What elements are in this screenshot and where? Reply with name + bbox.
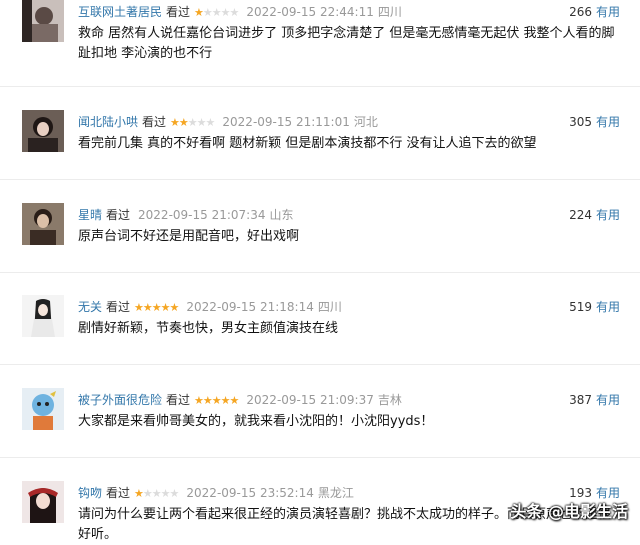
username-link[interactable]: 被子外面很危险 <box>78 393 162 407</box>
star-empty-icon: ★ <box>187 116 198 129</box>
username-link[interactable]: 无关 <box>78 300 102 314</box>
star-filled-icon: ★ <box>134 487 144 500</box>
watched-label: 看过 <box>142 115 167 129</box>
comment-time: 2022-09-15 21:11:01 <box>222 115 350 129</box>
comment-location: 黑龙江 <box>317 486 354 500</box>
star-empty-icon: ★ <box>220 6 231 19</box>
watched-label: 看过 <box>166 393 191 407</box>
star-filled-icon: ★ <box>142 301 153 314</box>
watched-label: 看过 <box>106 486 131 500</box>
useful-votes[interactable]: 519 有用 <box>569 298 620 316</box>
star-filled-icon: ★ <box>202 394 213 407</box>
comment-time: 2022-09-15 21:09:37 <box>246 393 374 407</box>
comment-text: 剧情好新颖，节奏也快，男女主颜值演技在线 <box>78 321 339 336</box>
username-link[interactable]: 星晴 <box>78 208 102 222</box>
avatar[interactable] <box>22 481 64 523</box>
rating-stars: ★★★★★ <box>134 299 180 317</box>
avatar[interactable] <box>22 388 64 430</box>
watched-label: 看过 <box>106 300 131 314</box>
username-link[interactable]: 互联网土著居民 <box>78 5 162 19</box>
vote-count: 305 <box>569 115 592 129</box>
star-filled-icon: ★ <box>229 394 240 407</box>
star-empty-icon: ★ <box>169 487 180 500</box>
star-filled-icon: ★ <box>194 6 204 19</box>
star-filled-icon: ★ <box>220 394 231 407</box>
divider <box>0 364 640 365</box>
useful-button[interactable]: 有用 <box>596 115 620 129</box>
comment-time: 2022-09-15 21:18:14 <box>186 300 314 314</box>
useful-votes[interactable]: 305 有用 <box>569 113 620 131</box>
star-filled-icon: ★ <box>169 301 180 314</box>
useful-votes[interactable]: 387 有用 <box>569 391 620 409</box>
comment-time: 2022-09-15 21:07:34 <box>138 208 266 222</box>
watched-label: 看过 <box>106 208 131 222</box>
star-filled-icon: ★ <box>170 116 180 129</box>
comment-text: 大家都是来看帅哥美女的，就我来看小沈阳的！小沈阳yyds！ <box>78 414 434 429</box>
divider <box>0 272 640 273</box>
vote-count: 387 <box>569 393 592 407</box>
comment-time: 2022-09-15 23:52:14 <box>186 486 314 500</box>
comment-header: 无关 看过 ★★★★★ 2022-09-15 21:18:14 四川 519 有用 <box>78 298 620 316</box>
watermark: 头条 @电影生活 <box>510 502 628 521</box>
avatar[interactable] <box>22 295 64 337</box>
star-empty-icon: ★ <box>205 116 216 129</box>
star-empty-icon: ★ <box>196 116 207 129</box>
comment-location: 四川 <box>377 5 402 19</box>
useful-votes[interactable]: 266 有用 <box>569 3 620 21</box>
star-empty-icon: ★ <box>142 487 153 500</box>
comment-header: 星晴 看过 2022-09-15 21:07:34 山东 224 有用 <box>78 206 620 224</box>
star-filled-icon: ★ <box>151 301 162 314</box>
star-filled-icon: ★ <box>211 394 222 407</box>
useful-button[interactable]: 有用 <box>596 393 620 407</box>
vote-count: 519 <box>569 300 592 314</box>
star-filled-icon: ★ <box>194 394 204 407</box>
useful-button[interactable]: 有用 <box>596 5 620 19</box>
comment-location: 山东 <box>269 208 294 222</box>
rating-stars: ★★★★★ <box>194 392 240 410</box>
comment-location: 吉林 <box>377 393 402 407</box>
comment-location: 四川 <box>317 300 342 314</box>
rating-stars: ★★★★★ <box>170 114 216 132</box>
comment-text: 救命 居然有人说任嘉伦台词进步了 顶多把字念清楚了 但是毫无感情毫无起伏 我整个… <box>78 26 615 61</box>
star-empty-icon: ★ <box>160 487 171 500</box>
watched-label: 看过 <box>166 5 191 19</box>
star-empty-icon: ★ <box>151 487 162 500</box>
comment-header: 闻北陆小哄 看过 ★★★★★ 2022-09-15 21:11:01 河北 305 有用 <box>78 113 620 131</box>
avatar[interactable] <box>22 0 64 42</box>
star-filled-icon: ★ <box>134 301 144 314</box>
comment-time: 2022-09-15 22:44:11 <box>246 5 374 19</box>
avatar[interactable] <box>22 110 64 152</box>
useful-button[interactable]: 有用 <box>596 208 620 222</box>
divider <box>0 179 640 180</box>
comment-text: 看完前几集 真的不好看啊 题材新颖 但是剧本演技都不行 没有让人追下去的欲望 <box>78 136 537 151</box>
comment-header: 被子外面很危险 看过 ★★★★★ 2022-09-15 21:09:37 吉林 387 有… <box>78 391 620 409</box>
star-empty-icon: ★ <box>211 6 222 19</box>
useful-button[interactable]: 有用 <box>596 300 620 314</box>
useful-votes[interactable]: 224 有用 <box>569 206 620 224</box>
star-empty-icon: ★ <box>202 6 213 19</box>
divider <box>0 86 640 87</box>
comment-header: 互联网土著居民 看过 ★★★★★ 2022-09-15 22:44:11 四川 266 有… <box>78 3 620 21</box>
star-filled-icon: ★ <box>160 301 171 314</box>
avatar[interactable] <box>22 203 64 245</box>
comment-location: 河北 <box>353 115 378 129</box>
vote-count: 224 <box>569 208 592 222</box>
star-empty-icon: ★ <box>229 6 240 19</box>
username-link[interactable]: 闻北陆小哄 <box>78 115 138 129</box>
star-filled-icon: ★ <box>178 116 189 129</box>
divider <box>0 457 640 458</box>
username-link[interactable]: 钩吻 <box>78 486 102 500</box>
comment-text: 原声台词不好还是用配音吧，好出戏啊 <box>78 229 300 244</box>
rating-stars: ★★★★★ <box>134 485 180 503</box>
vote-count: 266 <box>569 5 592 19</box>
rating-stars: ★★★★★ <box>194 4 240 22</box>
